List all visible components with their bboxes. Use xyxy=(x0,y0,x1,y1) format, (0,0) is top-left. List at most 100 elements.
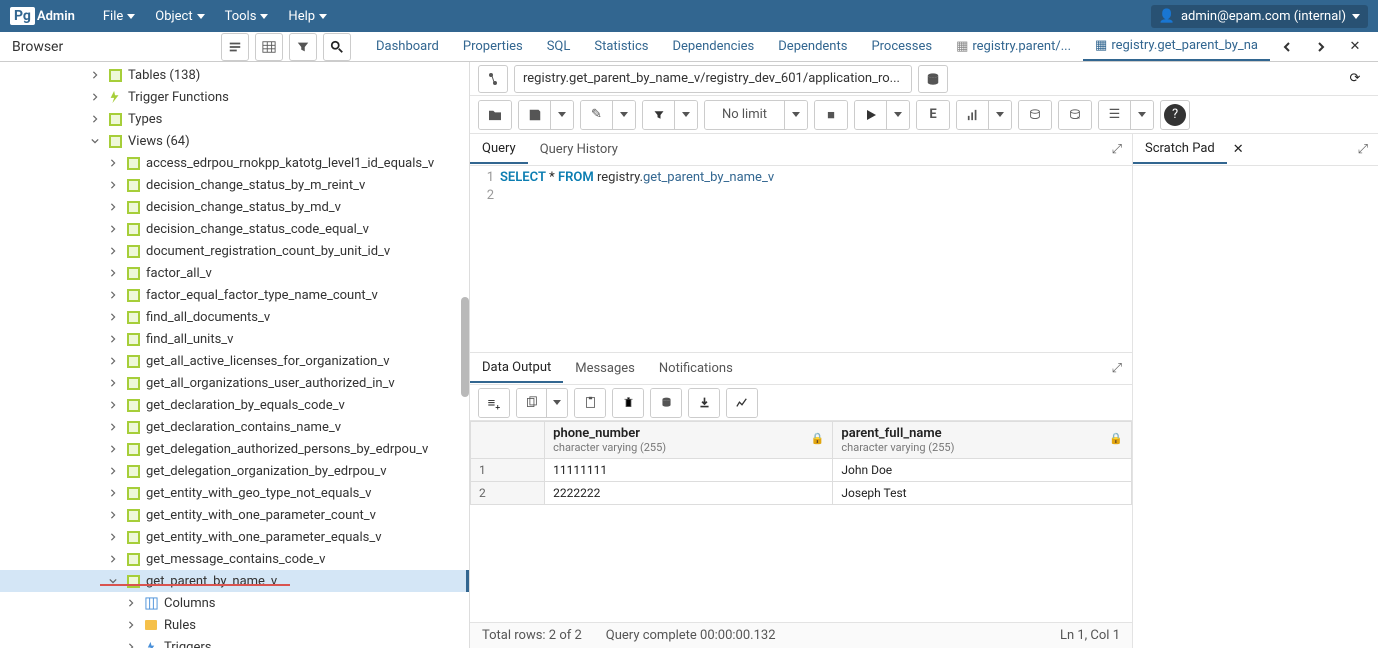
chevron-right-icon[interactable] xyxy=(106,225,120,233)
chevron-right-icon[interactable] xyxy=(106,423,120,431)
filter-button[interactable] xyxy=(643,101,675,129)
tree-item[interactable]: get_declaration_contains_name_v xyxy=(0,416,469,438)
cell-name[interactable]: Joseph Test xyxy=(833,482,1132,505)
table-row[interactable]: 22222222Joseph Test xyxy=(471,482,1132,505)
filter-dropdown[interactable] xyxy=(675,101,697,129)
commit-button[interactable] xyxy=(1019,101,1051,129)
tab-data-output[interactable]: Data Output xyxy=(470,354,563,383)
tab-dependencies[interactable]: Dependencies xyxy=(660,32,766,61)
tab-processes[interactable]: Processes xyxy=(859,32,944,61)
graph-button[interactable] xyxy=(727,389,757,417)
expand-scratch-icon[interactable]: ⤢ xyxy=(1348,136,1378,163)
tree-item[interactable]: Trigger Functions xyxy=(0,86,469,108)
scratch-text[interactable] xyxy=(1133,166,1378,648)
edit-dropdown[interactable] xyxy=(613,101,635,129)
explain-button[interactable]: E xyxy=(917,101,949,129)
chevron-right-icon[interactable] xyxy=(106,159,120,167)
reset-layout-icon[interactable]: ⟳ xyxy=(1340,65,1370,93)
tree-item[interactable]: get_all_organizations_user_authorized_in… xyxy=(0,372,469,394)
tree-item[interactable]: Types xyxy=(0,108,469,130)
chevron-right-icon[interactable] xyxy=(106,313,120,321)
tab-statistics[interactable]: Statistics xyxy=(582,32,660,61)
add-row-button[interactable]: ≡₊ xyxy=(479,389,509,417)
chevron-right-icon[interactable] xyxy=(106,533,120,541)
chevron-right-icon[interactable] xyxy=(106,247,120,255)
menu-file[interactable]: File xyxy=(93,4,145,29)
chevron-right-icon[interactable] xyxy=(106,555,120,563)
tree-item[interactable]: factor_all_v xyxy=(0,262,469,284)
path-input[interactable]: registry.get_parent_by_name_v/registry_d… xyxy=(514,65,912,93)
user-menu[interactable]: 👤 admin@epam.com (internal) xyxy=(1151,5,1368,28)
col-header-name[interactable]: parent_full_namecharacter varying (255)🔒 xyxy=(833,422,1132,459)
tree-item[interactable]: decision_change_status_code_equal_v xyxy=(0,218,469,240)
save-dropdown[interactable] xyxy=(551,101,573,129)
tab-next-icon[interactable] xyxy=(1307,33,1335,61)
save-button[interactable] xyxy=(519,101,551,129)
tab-query-history[interactable]: Query History xyxy=(528,136,630,163)
edit-button[interactable]: ✎ xyxy=(581,101,613,129)
tab-dependents[interactable]: Dependents xyxy=(766,32,859,61)
connection-icon[interactable] xyxy=(478,65,508,93)
tree-item[interactable]: decision_change_status_by_md_v xyxy=(0,196,469,218)
tree-item[interactable]: get_all_active_licenses_for_organization… xyxy=(0,350,469,372)
chevron-right-icon[interactable] xyxy=(88,115,102,123)
result-table[interactable]: phone_numbercharacter varying (255)🔒 par… xyxy=(470,421,1132,505)
help-button[interactable]: ? xyxy=(1164,104,1186,126)
delete-row-button[interactable] xyxy=(613,389,643,417)
copy-dropdown[interactable] xyxy=(547,389,567,417)
tree-item[interactable]: access_edrpou_rnokpp_katotg_level1_id_eq… xyxy=(0,152,469,174)
explain-analyze-button[interactable] xyxy=(957,101,989,129)
chevron-right-icon[interactable] xyxy=(106,357,120,365)
explain-dropdown[interactable] xyxy=(989,101,1011,129)
tab-close-icon[interactable]: ✕ xyxy=(1341,33,1369,61)
chevron-right-icon[interactable] xyxy=(106,511,120,519)
chevron-right-icon[interactable] xyxy=(106,291,120,299)
chevron-right-icon[interactable] xyxy=(106,489,120,497)
tree-item[interactable]: find_all_units_v xyxy=(0,328,469,350)
chevron-right-icon[interactable] xyxy=(106,335,120,343)
scrollbar-thumb[interactable] xyxy=(461,297,469,397)
chevron-right-icon[interactable] xyxy=(124,643,138,648)
tree-item[interactable]: factor_equal_factor_type_name_count_v xyxy=(0,284,469,306)
limit-dropdown[interactable] xyxy=(785,101,807,129)
tab-prev-icon[interactable] xyxy=(1273,33,1301,61)
chevron-right-icon[interactable] xyxy=(88,71,102,79)
cell-phone[interactable]: 11111111 xyxy=(545,459,833,482)
table-row[interactable]: 111111111John Doe xyxy=(471,459,1132,482)
tab-extra-2[interactable]: ▦registry.get_parent_by_na xyxy=(1083,32,1270,61)
code-text[interactable]: SELECT * FROM registry.get_parent_by_nam… xyxy=(500,166,1132,352)
tab-sql[interactable]: SQL xyxy=(535,32,583,61)
chevron-right-icon[interactable] xyxy=(106,445,120,453)
tab-scratch-pad[interactable]: Scratch Pad xyxy=(1133,135,1227,164)
chevron-down-icon[interactable] xyxy=(88,137,102,145)
view-data-icon[interactable] xyxy=(255,33,283,61)
tree-item[interactable]: get_declaration_by_equals_code_v xyxy=(0,394,469,416)
tree-item[interactable]: Columns xyxy=(0,592,469,614)
tree-item[interactable]: get_parent_by_name_v xyxy=(0,570,469,592)
tree-item[interactable]: find_all_documents_v xyxy=(0,306,469,328)
col-header-phone[interactable]: phone_numbercharacter varying (255)🔒 xyxy=(545,422,833,459)
tree-item[interactable]: decision_change_status_by_m_reint_v xyxy=(0,174,469,196)
chevron-right-icon[interactable] xyxy=(124,599,138,607)
execute-button[interactable] xyxy=(855,101,887,129)
paste-button[interactable] xyxy=(575,389,605,417)
tab-query[interactable]: Query xyxy=(470,135,528,164)
tree-item[interactable]: Triggers xyxy=(0,636,469,648)
close-scratch-icon[interactable]: ✕ xyxy=(1227,136,1250,163)
limit-select[interactable]: No limit xyxy=(705,101,785,129)
tree-item[interactable]: document_registration_count_by_unit_id_v xyxy=(0,240,469,262)
filter-icon[interactable] xyxy=(289,33,317,61)
tree-item[interactable]: Views (64) xyxy=(0,130,469,152)
tab-properties[interactable]: Properties xyxy=(451,32,535,61)
execute-dropdown[interactable] xyxy=(887,101,909,129)
tree-item[interactable]: get_entity_with_geo_type_not_equals_v xyxy=(0,482,469,504)
expand-output-icon[interactable]: ⤢ xyxy=(1102,355,1132,382)
menu-tools[interactable]: Tools xyxy=(215,4,279,29)
rollback-button[interactable] xyxy=(1059,101,1091,129)
tab-notifications[interactable]: Notifications xyxy=(647,355,745,382)
tree-item[interactable]: get_delegation_organization_by_edrpou_v xyxy=(0,460,469,482)
cell-name[interactable]: John Doe xyxy=(833,459,1132,482)
query-tool-icon[interactable] xyxy=(221,33,249,61)
tab-dashboard[interactable]: Dashboard xyxy=(364,32,451,61)
menu-help[interactable]: Help xyxy=(278,4,337,29)
